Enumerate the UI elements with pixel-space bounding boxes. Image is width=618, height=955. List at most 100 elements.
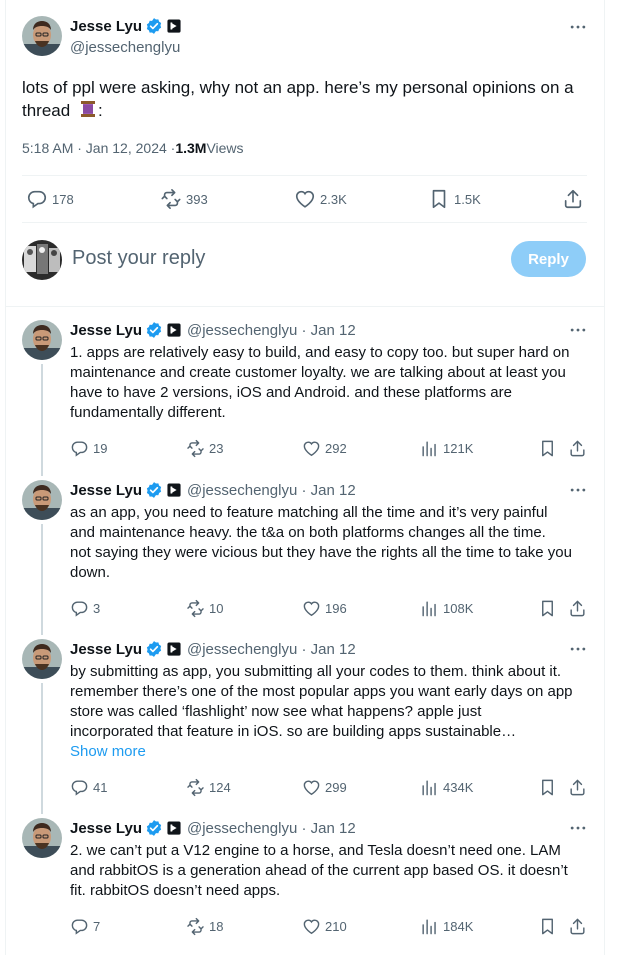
- reply-icon: [70, 599, 89, 618]
- verified-icon: [145, 819, 163, 837]
- repost-button[interactable]: 23: [186, 439, 223, 458]
- bookmark-button[interactable]: [538, 778, 557, 797]
- more-icon[interactable]: [568, 480, 588, 500]
- author-name[interactable]: Jesse Lyu: [70, 322, 142, 339]
- show-more-link[interactable]: Show more: [70, 742, 595, 762]
- affiliate-badge-icon[interactable]: [167, 821, 181, 835]
- reply-button[interactable]: 3: [70, 599, 100, 618]
- share-icon: [568, 917, 587, 936]
- share-button[interactable]: [568, 599, 587, 618]
- views-icon: [420, 599, 439, 618]
- author-row: Jesse Lyu @jessechenglyu · Jan 12: [70, 819, 356, 837]
- repost-button[interactable]: 10: [186, 599, 223, 618]
- author-name[interactable]: Jesse Lyu: [70, 482, 142, 499]
- tweet-text-line: store was called ‘flashlight’ now see wh…: [70, 703, 482, 720]
- handle-and-date[interactable]: @jessechenglyu · Jan 12: [187, 820, 356, 837]
- bookmark-icon: [538, 599, 557, 618]
- current-user-avatar[interactable]: [22, 240, 62, 280]
- reply-button[interactable]: 7: [70, 917, 100, 936]
- repost-count: 393: [186, 191, 208, 207]
- repost-button[interactable]: 393: [160, 188, 208, 210]
- more-icon[interactable]: [568, 818, 588, 838]
- divider: [22, 222, 587, 223]
- heart-icon: [294, 188, 316, 210]
- action-bar: 7 18 210 184K: [70, 917, 590, 937]
- bookmark-button[interactable]: [538, 917, 557, 936]
- avatar[interactable]: [22, 16, 62, 56]
- share-icon: [562, 188, 584, 210]
- repost-count: 10: [209, 601, 224, 616]
- reply-icon: [26, 188, 48, 210]
- tweet-text-line: and rabbitOS is a generation ahead of th…: [70, 862, 568, 879]
- share-button[interactable]: [568, 439, 587, 458]
- tweet-text-line: 1. apps are relatively easy to build, an…: [70, 344, 570, 361]
- like-button[interactable]: 210: [302, 917, 347, 936]
- author-name[interactable]: Jesse Lyu: [70, 820, 142, 837]
- tweet-text-body: lots of ppl were asking, why not an app.…: [22, 78, 574, 120]
- share-button[interactable]: [568, 778, 587, 797]
- views-button[interactable]: 434K: [420, 778, 473, 797]
- thread-connector: [41, 683, 43, 814]
- reply-input[interactable]: Post your reply: [72, 247, 205, 270]
- avatar[interactable]: [22, 818, 62, 858]
- author-handle[interactable]: @jessechenglyu: [70, 39, 180, 56]
- bookmark-button[interactable]: 1.5K: [428, 188, 481, 210]
- views-count: 434K: [443, 780, 474, 795]
- heart-icon: [302, 917, 321, 936]
- author-name[interactable]: Jesse Lyu: [70, 18, 142, 35]
- more-icon[interactable]: [568, 17, 588, 37]
- share-button[interactable]: [568, 917, 587, 936]
- views-count: 108K: [443, 601, 474, 616]
- affiliate-badge-icon[interactable]: [167, 323, 181, 337]
- reply-submit-button[interactable]: Reply: [511, 241, 586, 277]
- like-count: 196: [325, 601, 347, 616]
- handle-and-date[interactable]: @jessechenglyu · Jan 12: [187, 322, 356, 339]
- more-icon[interactable]: [568, 320, 588, 340]
- more-icon[interactable]: [568, 639, 588, 659]
- views-button[interactable]: 108K: [420, 599, 473, 618]
- repost-count: 124: [209, 780, 231, 795]
- affiliate-badge-icon[interactable]: [167, 642, 181, 656]
- reply-button[interactable]: 178: [26, 188, 74, 210]
- reply-button[interactable]: 41: [70, 778, 107, 797]
- timestamp[interactable]: 5:18 AM · Jan 12, 2024 ·: [22, 140, 175, 156]
- views-label: Views: [206, 140, 244, 156]
- handle-and-date[interactable]: @jessechenglyu · Jan 12: [187, 641, 356, 658]
- like-button[interactable]: 2.3K: [294, 188, 347, 210]
- bookmark-icon: [538, 778, 557, 797]
- like-button[interactable]: 292: [302, 439, 347, 458]
- bookmark-button[interactable]: [538, 439, 557, 458]
- avatar[interactable]: [22, 639, 62, 679]
- affiliate-badge-icon[interactable]: [167, 483, 181, 497]
- like-button[interactable]: 196: [302, 599, 347, 618]
- tweet-text-line: not saying they were vicious but they ha…: [70, 544, 572, 561]
- author-name[interactable]: Jesse Lyu: [70, 641, 142, 658]
- views-icon: [420, 917, 439, 936]
- author-row: Jesse Lyu @jessechenglyu · Jan 12: [70, 321, 356, 339]
- views-count: 121K: [443, 441, 474, 456]
- repost-icon: [186, 778, 205, 797]
- tweet-text: 2. we can’t put a V12 engine to a horse,…: [70, 841, 595, 901]
- repost-button[interactable]: 18: [186, 917, 223, 936]
- bookmark-icon: [538, 439, 557, 458]
- affiliate-badge-icon[interactable]: [167, 19, 181, 33]
- share-button[interactable]: [562, 188, 584, 210]
- views-icon: [420, 439, 439, 458]
- like-count: 299: [325, 780, 347, 795]
- tweet-text-suffix: :: [97, 101, 103, 120]
- avatar[interactable]: [22, 480, 62, 520]
- handle-and-date[interactable]: @jessechenglyu · Jan 12: [187, 482, 356, 499]
- tweet-text-line: as an app, you need to feature matching …: [70, 504, 548, 521]
- avatar[interactable]: [22, 320, 62, 360]
- tweet-text: as an app, you need to feature matching …: [70, 503, 595, 583]
- reply-button[interactable]: 19: [70, 439, 107, 458]
- views-button[interactable]: 121K: [420, 439, 473, 458]
- reply-count: 7: [93, 919, 101, 934]
- like-button[interactable]: 299: [302, 778, 347, 797]
- bookmark-button[interactable]: [538, 599, 557, 618]
- views-button[interactable]: 184K: [420, 917, 473, 936]
- heart-icon: [302, 599, 321, 618]
- share-icon: [568, 778, 587, 797]
- like-count: 210: [325, 919, 347, 934]
- repost-button[interactable]: 124: [186, 778, 231, 797]
